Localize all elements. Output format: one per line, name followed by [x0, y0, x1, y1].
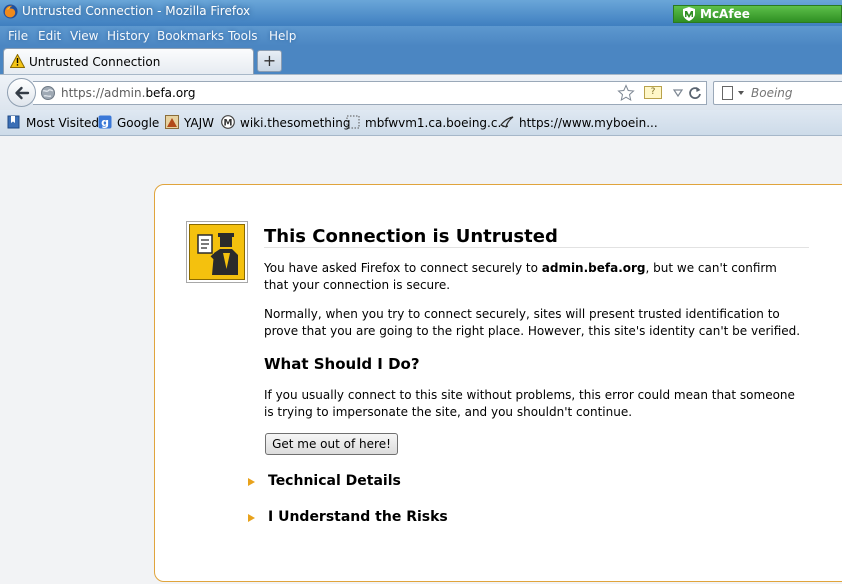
menu-bar: File Edit View History Bookmarks Tools H… — [0, 26, 842, 46]
wiki-icon: M — [221, 115, 235, 129]
search-engine-icon[interactable] — [722, 86, 733, 100]
window-title-bar: Untrusted Connection - Mozilla Firefox M… — [0, 0, 842, 26]
p1-host: admin.befa.org — [541, 261, 646, 275]
boeing-icon — [500, 116, 514, 128]
back-button[interactable] — [7, 78, 36, 107]
bookmarks-folder-icon — [7, 115, 20, 129]
error-title: This Connection is Untrusted — [264, 226, 558, 247]
bookmark-most-visited[interactable]: Most Visited — [7, 115, 99, 131]
mcafee-shield-icon — [683, 7, 695, 21]
menu-file[interactable]: File — [8, 29, 28, 43]
bookmark-label: https://www.myboein... — [519, 116, 658, 130]
search-input[interactable] — [751, 85, 841, 101]
bookmark-label: YAJW — [184, 116, 215, 130]
officer-icon — [197, 233, 238, 275]
site-identity-icon[interactable]: ? — [644, 86, 662, 99]
page-icon — [346, 115, 360, 129]
error-paragraph-connect: You have asked Firefox to connect secure… — [264, 260, 804, 294]
mcafee-label: McAfee — [700, 7, 750, 21]
menu-history[interactable]: History — [107, 29, 150, 43]
yajw-icon — [165, 115, 179, 129]
url-prefix: https://admin. — [61, 86, 146, 100]
understand-risks-label: I Understand the Risks — [268, 509, 448, 525]
technical-details-label: Technical Details — [268, 473, 401, 489]
bookmark-myboeing[interactable]: https://www.myboein... — [500, 115, 658, 131]
reload-icon[interactable] — [688, 85, 702, 101]
tab-label: Untrusted Connection — [29, 55, 161, 69]
menu-tools[interactable]: Tools — [228, 29, 258, 43]
error-paragraph-identity: Normally, when you try to connect secure… — [264, 307, 801, 338]
history-dropdown-icon[interactable] — [672, 87, 684, 99]
tab-strip: Untrusted Connection + — [0, 46, 842, 75]
url-text: https://admin.befa.org — [61, 86, 196, 100]
firefox-logo-icon — [3, 4, 18, 19]
search-bar[interactable] — [713, 81, 842, 105]
url-bar[interactable]: https://admin.befa.org ? — [33, 81, 707, 105]
bookmark-google[interactable]: g Google — [98, 115, 159, 131]
google-icon: g — [98, 115, 112, 129]
svg-text:M: M — [224, 119, 233, 129]
expand-triangle-icon — [248, 478, 255, 486]
bookmark-label: mbfwvm1.ca.boeing.c... — [365, 116, 509, 130]
bookmark-wiki[interactable]: M wiki.thesomething — [221, 115, 350, 131]
search-engine-dropdown-icon[interactable] — [738, 91, 744, 95]
back-arrow-icon — [15, 86, 30, 100]
bookmark-mbfwvm1[interactable]: mbfwvm1.ca.boeing.c... — [346, 115, 509, 131]
globe-icon — [41, 86, 55, 100]
menu-view[interactable]: View — [70, 29, 98, 43]
mcafee-button[interactable]: McAfee — [673, 5, 842, 23]
warning-icon — [10, 54, 25, 68]
page-content: This Connection is Untrusted You have as… — [0, 137, 842, 584]
svg-text:g: g — [101, 116, 109, 129]
url-domain: befa.org — [145, 86, 196, 100]
menu-bookmarks[interactable]: Bookmarks — [157, 29, 224, 43]
error-paragraph-advice: If you usually connect to this site with… — [264, 388, 795, 419]
bookmarks-toolbar: Most Visited g Google YAJW M wiki.thesom… — [0, 110, 842, 136]
new-tab-button[interactable]: + — [257, 50, 282, 72]
bookmark-label: wiki.thesomething — [240, 116, 351, 130]
p1-before: You have asked Firefox to connect secure… — [264, 261, 542, 275]
what-should-i-do-heading: What Should I Do? — [264, 355, 420, 373]
window-title: Untrusted Connection - Mozilla Firefox — [22, 4, 251, 18]
bookmark-label: Most Visited — [26, 116, 100, 130]
navigation-bar: https://admin.befa.org ? — [0, 74, 842, 110]
expand-triangle-icon — [248, 514, 255, 522]
bookmark-star-icon[interactable] — [617, 84, 635, 102]
menu-edit[interactable]: Edit — [38, 29, 61, 43]
title-divider — [264, 247, 809, 248]
tab-untrusted-connection[interactable]: Untrusted Connection — [3, 48, 254, 75]
get-me-out-button[interactable]: Get me out of here! — [265, 433, 398, 455]
menu-help[interactable]: Help — [269, 29, 296, 43]
bookmark-label: Google — [117, 116, 160, 130]
bookmark-yajw[interactable]: YAJW — [165, 115, 214, 131]
untrusted-certificate-icon — [186, 221, 248, 283]
